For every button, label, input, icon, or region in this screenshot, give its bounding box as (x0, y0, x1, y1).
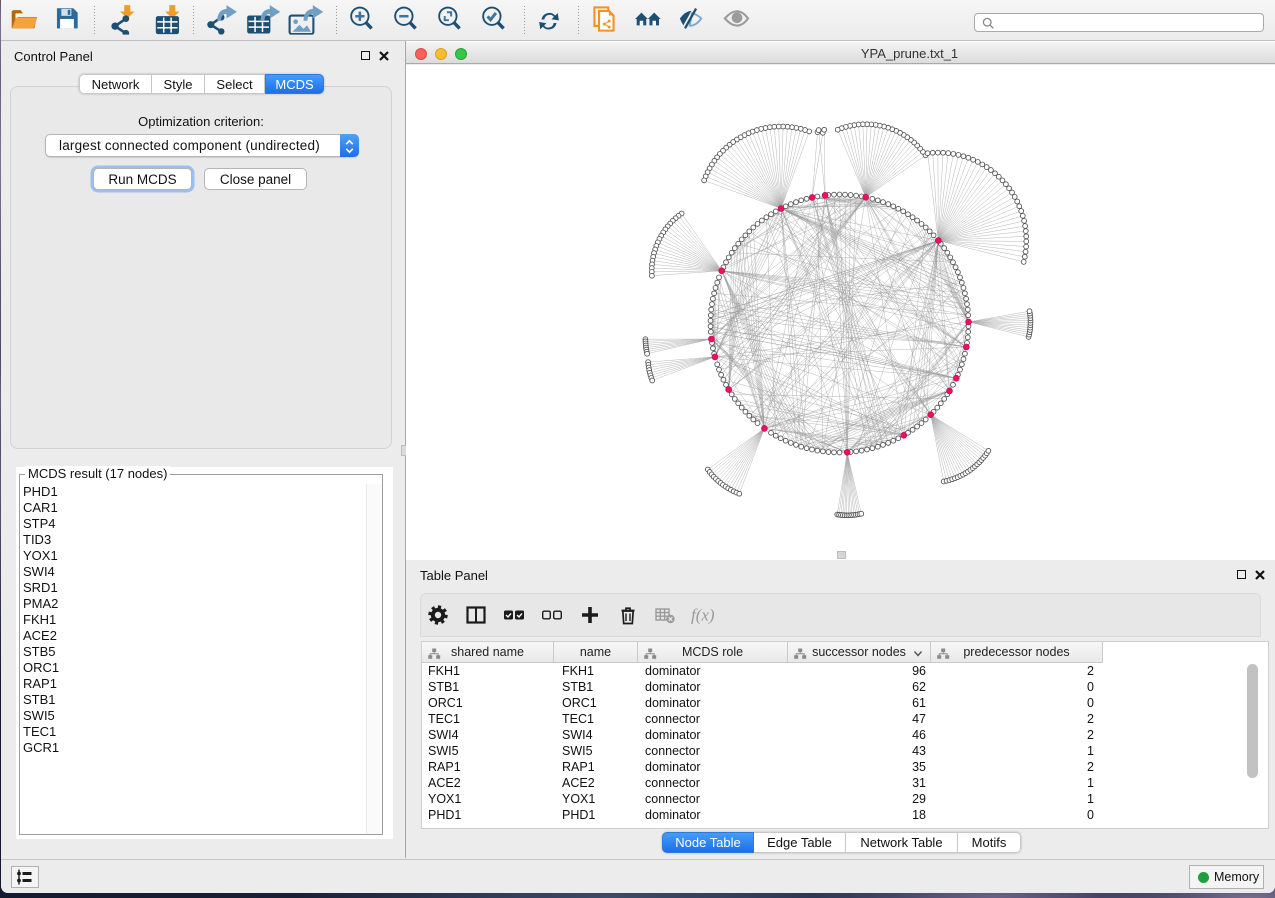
svg-text:f(x): f(x) (691, 606, 715, 625)
